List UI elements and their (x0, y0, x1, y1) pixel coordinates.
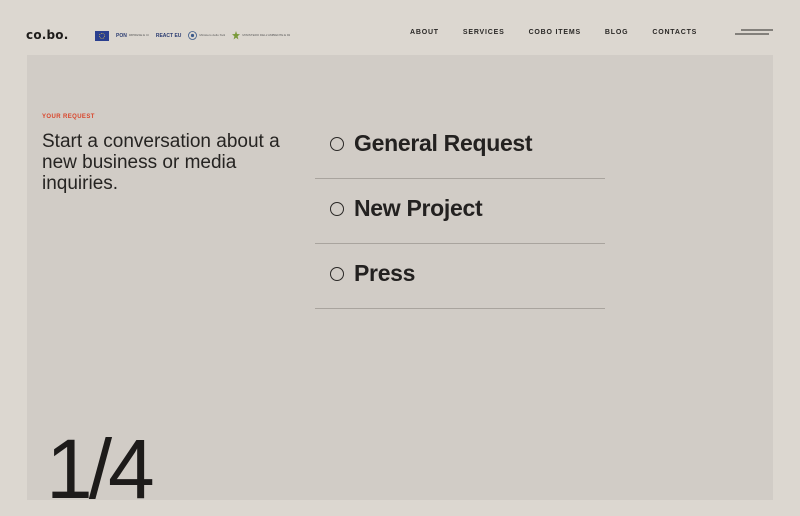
nav-contacts[interactable]: CONTACTS (652, 28, 697, 37)
radio-icon[interactable] (330, 202, 344, 216)
react-eu-logo-text: REACT EU (155, 32, 182, 39)
nav-about[interactable]: ABOUT (410, 28, 439, 37)
request-panel: YOUR REQUEST Start a conversation about … (27, 55, 773, 511)
react-eu-logo: REACT EU (156, 33, 182, 39)
pon-logo-text: PON (116, 32, 127, 39)
nav-cobo-items[interactable]: COBO ITEMS (529, 28, 581, 37)
partner-logos: PON IMPRESE E COMPETITIVITÀ REACT EU Min… (95, 30, 297, 41)
radio-icon[interactable] (330, 267, 344, 281)
request-type-options: General Request New Project Press (315, 114, 605, 309)
section-eyebrow: YOUR REQUEST (42, 114, 95, 120)
main-nav: ABOUT SERVICES COBO ITEMS BLOG CONTACTS (410, 28, 721, 37)
option-label: Press (354, 260, 416, 286)
italy-ministry-text: Ministero dello Sviluppo Economico (199, 34, 225, 37)
ministry-environment-logo: MINISTERO DELL'AMBIENTE E DELLA SICUREZZ… (232, 31, 290, 40)
pon-logo: PON IMPRESE E COMPETITIVITÀ (116, 33, 149, 39)
option-press[interactable]: Press (315, 244, 605, 309)
nav-services[interactable]: SERVICES (463, 28, 505, 37)
section-headline: Start a conversation about a new busines… (42, 131, 280, 194)
nav-blog[interactable]: BLOG (605, 28, 628, 37)
option-label: General Request (354, 130, 533, 156)
ministry-environment-text: MINISTERO DELL'AMBIENTE E DELLA SICUREZZ… (242, 34, 291, 37)
option-new-project[interactable]: New Project (315, 179, 605, 244)
eu-flag-logo (95, 30, 109, 41)
italy-emblem-icon (188, 31, 198, 40)
pon-logo-sub: IMPRESE E COMPETITIVITÀ (128, 34, 149, 37)
site-logo[interactable]: co.bo. (26, 28, 69, 42)
radio-icon[interactable] (330, 137, 344, 151)
star-emblem-icon (232, 31, 241, 40)
hamburger-menu-icon[interactable] (735, 28, 775, 38)
option-label: New Project (354, 195, 483, 221)
italy-ministry-logo: Ministero dello Sviluppo Economico (188, 31, 225, 40)
step-indicator: 1/4 (46, 422, 155, 516)
site-header: co.bo. PON IMPRESE E COMPETITIVITÀ REACT… (0, 0, 800, 60)
option-general-request[interactable]: General Request (315, 114, 605, 179)
